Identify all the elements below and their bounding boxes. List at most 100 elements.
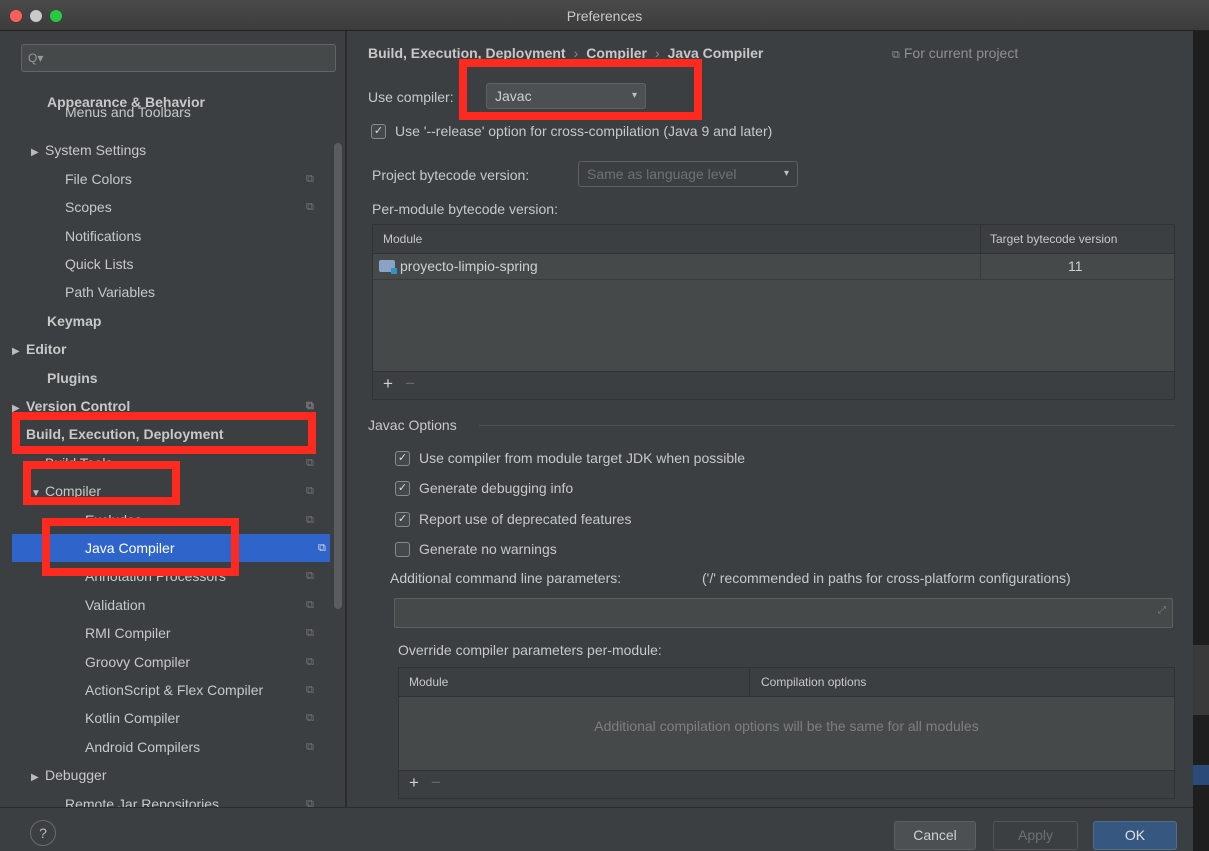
add-override-button[interactable]: + xyxy=(409,773,419,793)
sidebar-item-editor[interactable]: ▶ Editor xyxy=(0,335,330,363)
sidebar-item-file-colors[interactable]: File Colors ⧉ xyxy=(0,165,330,193)
sidebar-scrollbar[interactable] xyxy=(334,143,342,609)
project-bytecode-label: Project bytecode version: xyxy=(372,167,530,183)
sidebar-item-path-variables[interactable]: Path Variables xyxy=(0,278,330,306)
sidebar-item-kotlin-compiler[interactable]: Kotlin Compiler ⧉ xyxy=(0,704,330,732)
sidebar-item-label: Quick Lists xyxy=(65,256,134,272)
section-divider xyxy=(479,425,1175,426)
column-header-target[interactable]: Target bytecode version xyxy=(990,232,1117,246)
per-module-label: Per-module bytecode version: xyxy=(372,201,558,217)
project-scope-icon: ⧉ xyxy=(306,627,314,640)
remove-override-button[interactable]: − xyxy=(431,773,441,793)
cancel-button[interactable]: Cancel xyxy=(894,821,976,850)
project-scope-icon: ⧉ xyxy=(306,201,314,214)
help-button[interactable]: ? xyxy=(30,820,56,846)
override-table: Module Compilation options Additional co… xyxy=(398,667,1175,799)
project-scope-icon: ⧉ xyxy=(306,485,314,498)
project-scope-icon: ⧉ xyxy=(892,49,900,61)
sidebar-item-system-settings[interactable]: ▶ System Settings xyxy=(0,136,330,164)
dialog-button-bar: ? Cancel Apply OK xyxy=(0,807,1193,851)
table-header: Module Target bytecode version xyxy=(373,225,1174,254)
sidebar-item-label: Plugins xyxy=(47,369,98,386)
module-bytecode-table: Module Target bytecode version proyecto-… xyxy=(372,224,1175,400)
sidebar-item-label: Notifications xyxy=(65,227,142,244)
table-toolbar: + − xyxy=(399,770,1174,798)
sidebar-item-validation[interactable]: Validation ⧉ xyxy=(0,591,330,619)
check-icon: ✓ xyxy=(395,511,410,527)
sidebar-item-label: Editor xyxy=(26,341,67,358)
project-scope-icon: ⧉ xyxy=(318,542,326,554)
sidebar-item-label: RMI Compiler xyxy=(85,625,171,642)
project-scope-icon: ⧉ xyxy=(306,513,314,526)
module-jdk-checkbox[interactable]: ✓ Use compiler from module target JDK whe… xyxy=(395,450,745,466)
sidebar-item-debugger[interactable]: ▶ Debugger xyxy=(0,761,330,789)
sidebar-item-notifications[interactable]: Notifications xyxy=(0,222,330,250)
sidebar-item-keymap[interactable]: Keymap xyxy=(0,307,330,335)
column-header-module[interactable]: Module xyxy=(383,232,422,246)
project-scope-icon: ⧉ xyxy=(306,740,314,753)
project-scope-icon: ⧉ xyxy=(306,598,314,611)
settings-content: Build, Execution, Deployment › Compiler › Ja… xyxy=(347,31,1193,807)
search-icon: Q▾ xyxy=(28,51,44,65)
sidebar-item-label: Kotlin Compiler xyxy=(85,710,180,727)
window-title: Preferences xyxy=(566,8,643,24)
title-bar: Preferences xyxy=(0,0,1209,31)
additional-params-input[interactable]: ⤢ xyxy=(394,598,1173,628)
project-scope-icon: ⧉ xyxy=(306,712,314,725)
project-scope-icon: ⧉ xyxy=(306,684,314,696)
sidebar-item-rmi-compiler[interactable]: RMI Compiler ⧉ xyxy=(0,619,330,647)
sidebar-item-actionscript-flex-compiler[interactable]: ActionScript & Flex Compiler ⧉ xyxy=(0,676,330,704)
sidebar-item-label: Keymap xyxy=(47,312,102,329)
column-header-module[interactable]: Module xyxy=(409,675,448,689)
chevron-down-icon: ▾ xyxy=(783,168,789,179)
table-header: Module Compilation options xyxy=(399,668,1174,697)
collapsed-arrow-icon[interactable]: ▶ xyxy=(31,139,45,167)
sidebar-item-label: Validation xyxy=(85,596,146,613)
sidebar-item-menus-and-toolbars[interactable]: Menus and Toolbars xyxy=(0,98,330,126)
debugging-info-checkbox[interactable]: ✓ Generate debugging info xyxy=(395,480,573,496)
add-module-button[interactable]: + xyxy=(383,374,393,394)
deprecated-features-checkbox[interactable]: ✓ Report use of deprecated features xyxy=(395,511,631,527)
use-compiler-label: Use compiler: xyxy=(368,89,454,105)
remove-module-button[interactable]: − xyxy=(405,374,415,394)
project-scope-icon: ⧉ xyxy=(306,655,314,668)
table-toolbar: + − xyxy=(373,371,1174,399)
for-current-project: ⧉ For current project xyxy=(892,45,1019,61)
annotation-box-build-execution xyxy=(12,412,316,454)
no-warnings-checkbox[interactable]: Generate no warnings xyxy=(395,541,557,557)
project-scope-icon: ⧉ xyxy=(306,172,314,185)
sidebar-item-groovy-compiler[interactable]: Groovy Compiler ⧉ xyxy=(0,648,330,676)
release-option-checkbox[interactable]: ✓ Use '--release' option for cross-compi… xyxy=(371,123,772,139)
check-icon: ✓ xyxy=(371,123,386,139)
sidebar-item-plugins[interactable]: Plugins xyxy=(0,364,330,392)
sidebar-item-label: System Settings xyxy=(45,142,147,159)
module-folder-icon xyxy=(379,260,397,274)
settings-search-input[interactable]: Q▾ xyxy=(21,44,336,72)
expand-icon[interactable]: ⤢ xyxy=(1158,605,1166,616)
sidebar-item-scopes[interactable]: Scopes ⧉ xyxy=(0,193,330,221)
apply-button[interactable]: Apply xyxy=(993,821,1078,850)
override-label: Override compiler parameters per-module: xyxy=(398,642,662,658)
check-icon: ✓ xyxy=(395,450,410,466)
javac-options-title: Javac Options xyxy=(368,417,457,433)
additional-params-hint: ('/' recommended in paths for cross-plat… xyxy=(702,570,1071,586)
collapsed-arrow-icon[interactable]: ▶ xyxy=(31,764,45,792)
annotation-box-compiler xyxy=(23,461,180,505)
sidebar-item-label: Menus and Toolbars xyxy=(65,104,191,120)
column-header-compilation-options[interactable]: Compilation options xyxy=(761,675,866,689)
sidebar-item-android-compilers[interactable]: Android Compilers ⧉ xyxy=(0,733,330,761)
sidebar-item-label: Groovy Compiler xyxy=(85,653,191,670)
sidebar-item-label: File Colors xyxy=(65,170,132,187)
sidebar-item-label: Debugger xyxy=(45,767,107,784)
additional-params-label: Additional command line parameters: xyxy=(390,570,622,586)
sidebar-item-label: ActionScript & Flex Compiler xyxy=(85,682,264,698)
sidebar-item-label: Path Variables xyxy=(65,284,156,301)
collapsed-arrow-icon[interactable]: ▶ xyxy=(12,338,26,366)
table-row[interactable]: proyecto-limpio-spring 11 xyxy=(373,254,1174,280)
sidebar-item-quick-lists[interactable]: Quick Lists xyxy=(0,250,330,278)
ok-button[interactable]: OK xyxy=(1093,821,1177,850)
sidebar-item-label: Scopes xyxy=(65,199,112,216)
annotation-box-compiler-select xyxy=(459,59,702,120)
annotation-box-java-compiler xyxy=(42,518,239,576)
empty-table-message: Additional compilation options will be t… xyxy=(594,718,979,734)
